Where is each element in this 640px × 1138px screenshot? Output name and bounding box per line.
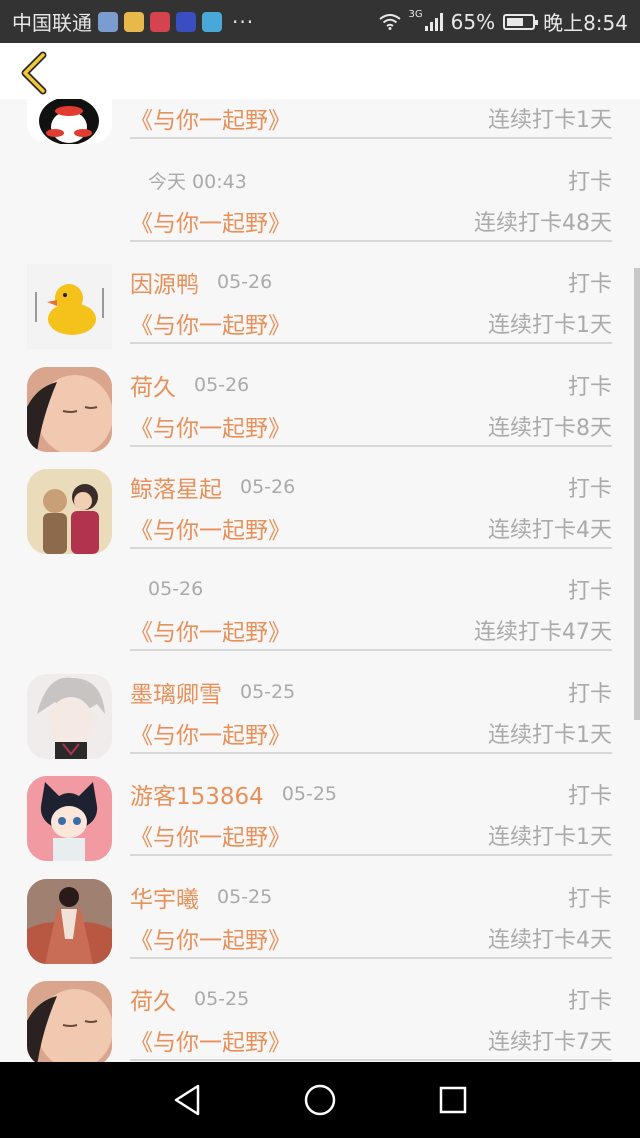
chevron-left-icon: [21, 51, 47, 95]
list-item[interactable]: 荷久 05-25 打卡 《与你一起野》 连续打卡7天: [0, 963, 640, 1062]
user-name[interactable]: 因源鸭: [130, 265, 199, 299]
square-recents-icon: [440, 1086, 467, 1114]
user-name[interactable]: 华宇曦: [130, 880, 199, 914]
shield-app-icon: [98, 11, 118, 32]
heart-app-icon: [150, 11, 170, 32]
checkin-action: 打卡: [567, 579, 612, 604]
list-item[interactable]: 《与你一起野》 连续打卡1天: [0, 99, 640, 144]
avatar[interactable]: [27, 776, 112, 861]
streak-count: 连续打卡1天: [488, 825, 612, 850]
status-bar: 中国联通 ··· 3G 65% 晚上8:54: [0, 0, 640, 43]
user-name[interactable]: 荷久: [130, 368, 176, 402]
checkin-action: 打卡: [567, 477, 612, 502]
wifi-icon: [378, 13, 401, 30]
checkin-date: 05-26: [148, 578, 204, 600]
checkin-date: 05-25: [240, 681, 296, 703]
back-button[interactable]: [14, 51, 54, 95]
nav-back-button[interactable]: [157, 1070, 217, 1130]
streak-count: 连续打卡4天: [488, 518, 612, 543]
nav-home-button[interactable]: [290, 1070, 350, 1130]
checkin-list-viewport[interactable]: 《与你一起野》 连续打卡1天 今天 00:43 打卡 《与你一起野》 连续打卡4…: [0, 99, 640, 1062]
checkin-action: 打卡: [567, 784, 612, 809]
streak-count: 连续打卡7天: [488, 1030, 612, 1055]
book-title[interactable]: 《与你一起野》: [130, 716, 291, 750]
streak-count: 连续打卡47天: [474, 620, 612, 645]
streak-count: 连续打卡1天: [488, 108, 612, 133]
streak-count: 连续打卡8天: [488, 416, 612, 441]
system-nav-bar: [0, 1062, 640, 1138]
avatar[interactable]: [27, 367, 112, 452]
checkin-date: 今天 00:43: [148, 170, 247, 193]
user-name[interactable]: 鲸落星起: [130, 470, 222, 504]
play-app-icon: [202, 11, 222, 32]
list-item[interactable]: 05-26 打卡 《与你一起野》 连续打卡47天: [0, 553, 640, 656]
avatar[interactable]: [27, 879, 112, 964]
book-title[interactable]: 《与你一起野》: [130, 409, 291, 443]
streak-count: 连续打卡48天: [474, 211, 612, 236]
book-title[interactable]: 《与你一起野》: [130, 818, 291, 852]
list-item[interactable]: 游客153864 05-25 打卡 《与你一起野》 连续打卡1天: [0, 758, 640, 861]
checkin-date: 05-26: [194, 374, 250, 396]
checkin-action: 打卡: [567, 272, 612, 297]
avatar[interactable]: [27, 99, 112, 144]
triangle-back-icon: [174, 1084, 199, 1116]
network-type-label: 3G: [408, 9, 423, 20]
scrollbar[interactable]: [634, 268, 640, 720]
battery-icon: [503, 13, 539, 30]
circle-app-icon: [176, 11, 196, 32]
checkin-action: 打卡: [567, 887, 612, 912]
nav-recents-button[interactable]: [423, 1070, 483, 1130]
streak-count: 连续打卡1天: [488, 723, 612, 748]
list-item[interactable]: 荷久 05-26 打卡 《与你一起野》 连续打卡8天: [0, 349, 640, 452]
book-title[interactable]: 《与你一起野》: [130, 613, 291, 647]
streak-count: 连续打卡4天: [488, 928, 612, 953]
avatar[interactable]: [27, 469, 112, 554]
carrier-label: 中国联通: [12, 11, 92, 35]
list-item[interactable]: 墨璃卿雪 05-25 打卡 《与你一起野》 连续打卡1天: [0, 656, 640, 759]
book-title[interactable]: 《与你一起野》: [130, 921, 291, 955]
checkin-action: 打卡: [567, 682, 612, 707]
more-notifications-icon: ···: [232, 9, 255, 34]
folder-app-icon: [124, 11, 144, 32]
checkin-action: 打卡: [567, 989, 612, 1014]
avatar[interactable]: [27, 981, 112, 1062]
list-item[interactable]: 因源鸭 05-26 打卡 《与你一起野》 连续打卡1天: [0, 246, 640, 349]
checkin-action: 打卡: [567, 170, 612, 195]
book-title[interactable]: 《与你一起野》: [130, 1023, 291, 1057]
circle-home-icon: [304, 1084, 336, 1116]
checkin-date: 05-25: [217, 886, 273, 908]
streak-count: 连续打卡1天: [488, 313, 612, 338]
checkin-date: 05-25: [281, 783, 338, 805]
user-name[interactable]: 游客153864: [130, 777, 264, 811]
user-name[interactable]: 荷久: [130, 982, 176, 1016]
book-title[interactable]: 《与你一起野》: [130, 204, 291, 238]
signal-icon: [424, 12, 443, 31]
book-title[interactable]: 《与你一起野》: [130, 511, 291, 545]
avatar[interactable]: [27, 674, 112, 759]
clock: 晚上8:54: [543, 11, 628, 35]
checkin-date: 05-26: [217, 271, 273, 293]
avatar[interactable]: [27, 264, 112, 349]
list-item[interactable]: 鲸落星起 05-26 打卡 《与你一起野》 连续打卡4天: [0, 451, 640, 554]
book-title[interactable]: 《与你一起野》: [130, 306, 291, 340]
checkin-action: 打卡: [567, 375, 612, 400]
book-title[interactable]: 《与你一起野》: [130, 101, 291, 135]
user-name[interactable]: 墨璃卿雪: [130, 675, 222, 709]
checkin-date: 05-25: [194, 988, 250, 1010]
battery-percent: 65%: [450, 9, 496, 34]
top-header: [0, 43, 640, 99]
checkin-date: 05-26: [240, 476, 296, 498]
list-item[interactable]: 华宇曦 05-25 打卡 《与你一起野》 连续打卡4天: [0, 861, 640, 964]
list-item[interactable]: 今天 00:43 打卡 《与你一起野》 连续打卡48天: [0, 144, 640, 247]
